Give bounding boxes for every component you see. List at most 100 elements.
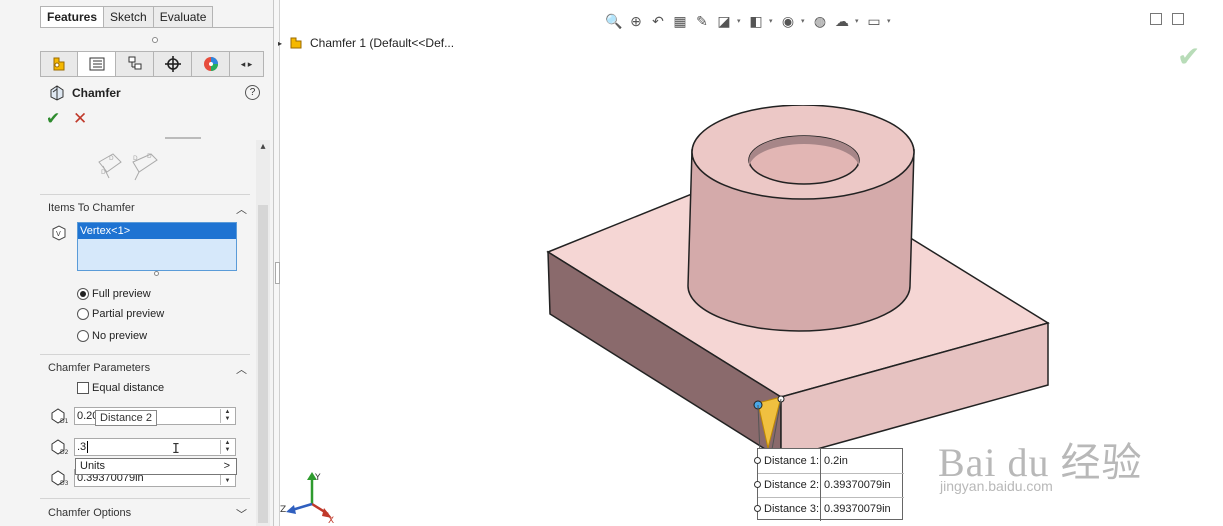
units-menu-item[interactable]: Units — [80, 460, 105, 472]
callout-distance3-label: Distance 3: — [758, 497, 821, 521]
watermark-url: jingyan.baidu.com — [940, 478, 1053, 494]
distance1-icon: D1 — [51, 408, 69, 425]
svg-text:V: V — [56, 230, 61, 238]
callout-distance3-value[interactable]: 0.39370079in — [821, 503, 891, 515]
section-divider — [40, 354, 250, 355]
distance-callout[interactable]: Distance 1: 0.2in Distance 2: 0.39370079… — [754, 448, 904, 521]
distance3-icon: D3 — [51, 470, 69, 487]
caret-down-icon[interactable]: ▾ — [769, 17, 775, 25]
equal-distance-option[interactable]: Equal distance — [77, 382, 164, 394]
equal-distance-checkbox[interactable] — [77, 382, 89, 394]
vertex-selection-icon: V — [52, 225, 66, 241]
scroll-up-icon[interactable]: ▴ — [256, 140, 270, 154]
callout-handle[interactable] — [754, 457, 761, 464]
distance2-value: .3 — [77, 441, 87, 453]
edit-appearance-icon[interactable]: ◍ — [811, 12, 829, 30]
configuration-manager-icon[interactable] — [116, 51, 154, 77]
callout-distance1-value[interactable]: 0.2in — [821, 455, 848, 467]
callout-handle[interactable] — [754, 481, 761, 488]
selected-vertex-item[interactable]: Vertex<1> — [78, 223, 236, 239]
distance2-icon: D2 — [51, 439, 69, 456]
caret-down-icon[interactable]: ▾ — [737, 17, 743, 25]
cancel-button[interactable]: ✕ — [73, 109, 87, 129]
panel-splitter-handle[interactable] — [152, 37, 158, 43]
svg-text:D3: D3 — [60, 480, 69, 487]
chevron-up-icon[interactable]: ︿ — [236, 201, 247, 217]
radio-full-preview[interactable] — [77, 288, 89, 300]
distance1-spinner[interactable]: ▲ ▼ — [220, 409, 234, 423]
triad-z-axis — [291, 502, 313, 512]
callout-distance1-label: Distance 1: — [758, 449, 821, 473]
hide-show-items-icon[interactable]: ◉ — [779, 12, 797, 30]
callout-row[interactable]: Distance 1: 0.2in — [758, 449, 904, 473]
callout-row[interactable]: Distance 2: 0.39370079in — [758, 473, 904, 497]
window-buttons — [1150, 13, 1184, 25]
chamfer-type-illustration-icon[interactable]: D D D D — [95, 148, 165, 184]
feature-manager-icon[interactable] — [40, 51, 78, 77]
display-style-icon[interactable]: ◧ — [747, 12, 765, 30]
apply-scene-icon[interactable]: ☁ — [833, 12, 851, 30]
callout-row[interactable]: Distance 3: 0.39370079in — [758, 497, 904, 521]
tab-evaluate[interactable]: Evaluate — [153, 6, 214, 28]
zoom-to-fit-icon[interactable]: 🔍 — [605, 12, 623, 30]
triad-x-label: X — [328, 516, 334, 524]
svg-text:D: D — [133, 155, 138, 162]
restore-window-icon[interactable] — [1150, 13, 1162, 25]
caret-down-icon[interactable]: ▾ — [887, 17, 893, 25]
dimxpert-manager-icon[interactable] — [154, 51, 192, 77]
flyout-feature-tree[interactable]: ▸ Chamfer 1 (Default<<Def... — [278, 35, 454, 51]
manager-scroll-arrows[interactable]: ◂ ▸ — [230, 51, 264, 77]
3d-model[interactable] — [540, 105, 1060, 465]
expand-caret-icon[interactable]: ▸ — [278, 39, 282, 48]
text-cursor — [87, 441, 89, 453]
property-manager-panel: Features Sketch Evaluate ◂ ▸ Chamfer ? ✔… — [0, 0, 274, 526]
distance2-tooltip: Distance 2 — [95, 410, 157, 426]
callout-distance2-value[interactable]: 0.39370079in — [821, 479, 891, 491]
ibeam-cursor-icon: I — [172, 442, 180, 457]
command-manager-tabs: Features Sketch Evaluate — [40, 6, 214, 28]
full-preview-label: Full preview — [92, 288, 151, 300]
no-preview-option[interactable]: No preview — [77, 330, 147, 342]
chamfer-parameters-header[interactable]: Chamfer Parameters — [48, 362, 150, 374]
no-preview-label: No preview — [92, 330, 148, 342]
svg-text:D2: D2 — [60, 449, 69, 456]
confirmation-corner-ok-icon[interactable]: ✔ — [1177, 40, 1200, 73]
tab-sketch[interactable]: Sketch — [104, 6, 154, 28]
property-manager-icon[interactable] — [78, 51, 116, 77]
ok-button[interactable]: ✔ — [46, 109, 60, 129]
help-icon[interactable]: ? — [245, 85, 260, 100]
svg-text:D1: D1 — [60, 418, 69, 425]
radio-no-preview[interactable] — [77, 330, 89, 342]
tab-features[interactable]: Features — [40, 6, 105, 28]
view-settings-icon[interactable]: ▭ — [865, 12, 883, 30]
panel-scrollbar-thumb[interactable] — [258, 205, 268, 523]
units-popup-menu[interactable]: Units > — [75, 458, 237, 475]
dynamic-annotation-icon[interactable]: ✎ — [693, 12, 711, 30]
distance2-field[interactable]: .3 ▲ ▼ — [74, 438, 236, 456]
partial-preview-option[interactable]: Partial preview — [77, 308, 164, 320]
full-preview-option[interactable]: Full preview — [77, 288, 151, 300]
chevron-down-icon[interactable]: ﹀ — [236, 506, 247, 522]
previous-view-icon[interactable]: ↶ — [649, 12, 667, 30]
panel-collapse-handle[interactable] — [275, 262, 280, 284]
radio-partial-preview[interactable] — [77, 308, 89, 320]
caret-down-icon[interactable]: ▾ — [855, 17, 861, 25]
distance2-spinner[interactable]: ▲ ▼ — [220, 440, 234, 454]
callout-handle[interactable] — [754, 505, 761, 512]
display-manager-icon[interactable] — [192, 51, 230, 77]
page-title: Chamfer — [72, 86, 121, 100]
zoom-to-area-icon[interactable]: ⊕ — [627, 12, 645, 30]
chamfer-options-header[interactable]: Chamfer Options — [48, 507, 131, 519]
view-orientation-icon[interactable]: ◪ — [715, 12, 733, 30]
triad-z-arrow — [286, 505, 296, 514]
items-to-chamfer-header[interactable]: Items To Chamfer — [48, 202, 135, 214]
maximize-window-icon[interactable] — [1172, 13, 1184, 25]
reference-triad[interactable]: Z Y X — [280, 470, 340, 524]
chevron-up-icon[interactable]: ︿ — [236, 361, 247, 377]
property-manager-header: Chamfer — [48, 84, 121, 102]
section-view-icon[interactable]: ▦ — [671, 12, 689, 30]
selection-box-resize-handle[interactable] — [154, 271, 159, 276]
heads-up-view-toolbar: 🔍 ⊕ ↶ ▦ ✎ ◪ ▾ ◧ ▾ ◉ ▾ ◍ ☁ ▾ ▭ ▾ — [605, 10, 893, 32]
caret-down-icon[interactable]: ▾ — [801, 17, 807, 25]
tree-item-label[interactable]: Chamfer 1 (Default<<Def... — [310, 36, 454, 50]
